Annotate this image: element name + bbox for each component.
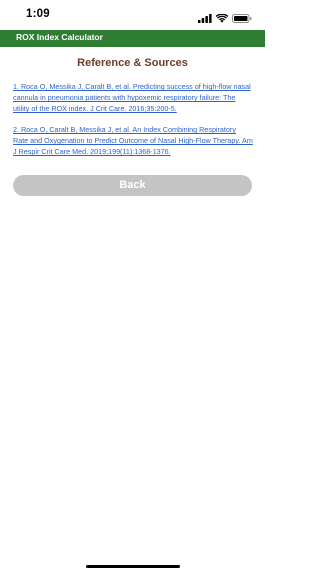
home-indicator[interactable] <box>86 565 180 568</box>
signal-icon <box>198 10 212 28</box>
page-title: Reference & Sources <box>77 57 188 69</box>
reference-link-2[interactable]: 2. Roca O, Caralt B, Messika J, et al. A… <box>13 124 253 158</box>
reference-link-1[interactable]: 1. Roca O, Messika J, Caralt B, et al. P… <box>13 81 253 115</box>
status-icons <box>198 10 252 28</box>
wifi-icon <box>215 10 229 28</box>
status-time: 1:09 <box>26 8 50 20</box>
back-button[interactable]: Back <box>13 175 252 196</box>
status-bar: 1:09 <box>0 0 265 30</box>
app-title: ROX Index Calculator <box>16 32 103 42</box>
battery-icon <box>232 10 252 28</box>
app-header: ROX Index Calculator <box>0 30 265 47</box>
